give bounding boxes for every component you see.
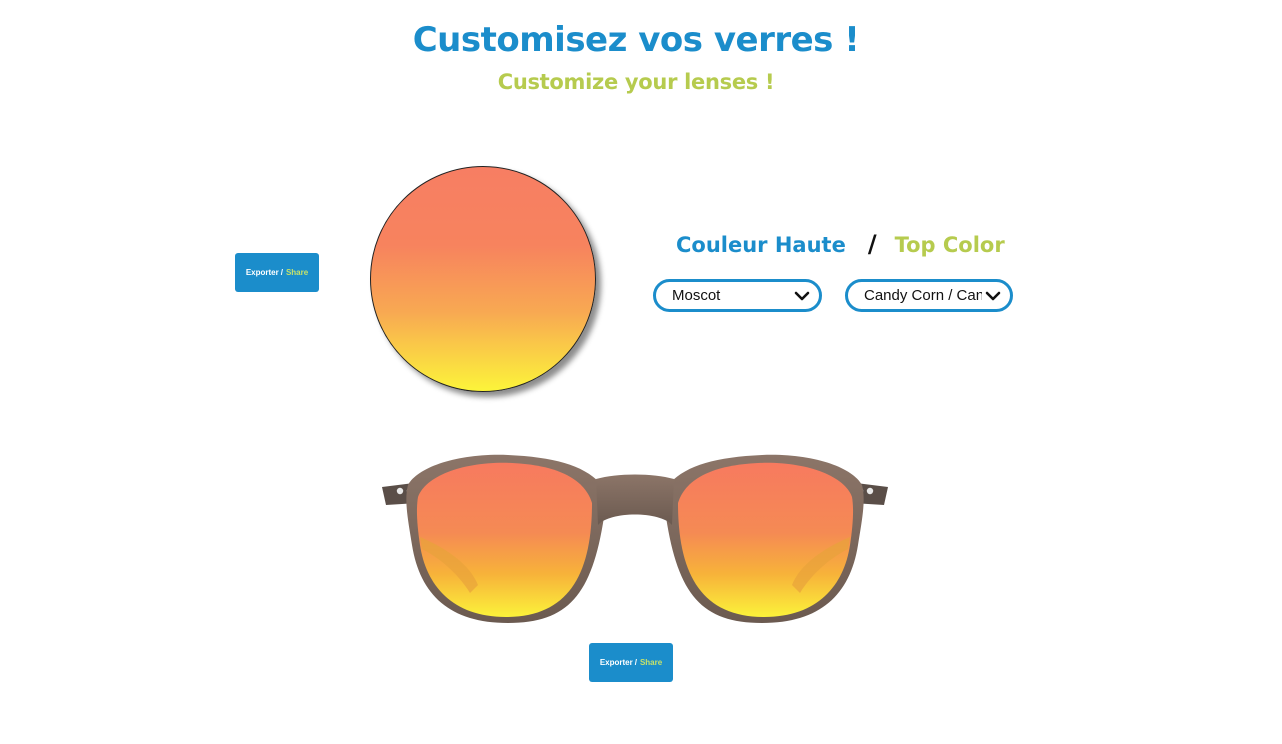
right-lens (678, 462, 854, 617)
lens-color-preview (370, 166, 596, 392)
color-select-value: Candy Corn / Can (864, 287, 982, 304)
color-select[interactable]: Candy Corn / Can (845, 279, 1013, 312)
lens-customizer-page: Customisez vos verres ! Customize your l… (0, 0, 1282, 744)
page-subtitle: Customize your lenses ! (497, 70, 775, 94)
share-label-fr: Exporter (599, 658, 633, 667)
bridge (596, 474, 674, 525)
share-label-en: Share (639, 658, 663, 667)
share-label-fr: Exporter (245, 268, 279, 277)
top-color-heading-separator: / (867, 230, 877, 258)
share-separator: / (280, 268, 283, 277)
share-label-en: Share (285, 268, 309, 277)
share-separator: / (634, 658, 637, 667)
chevron-down-icon (794, 291, 810, 300)
share-button-top[interactable]: Exporter / Share (235, 253, 319, 292)
top-color-heading-en: Top Color (894, 233, 1005, 257)
share-button-bottom[interactable]: Exporter / Share (589, 643, 673, 682)
top-color-heading-fr: Couleur Haute (676, 233, 846, 257)
brand-select[interactable]: Moscot (653, 279, 822, 312)
glasses-preview (382, 454, 888, 623)
brand-select-value: Moscot (672, 287, 721, 304)
chevron-down-icon (985, 291, 1001, 300)
left-lens (416, 462, 592, 617)
top-color-heading: Couleur Haute / Top Color (676, 230, 1005, 258)
page-title: Customisez vos verres ! (412, 20, 860, 60)
